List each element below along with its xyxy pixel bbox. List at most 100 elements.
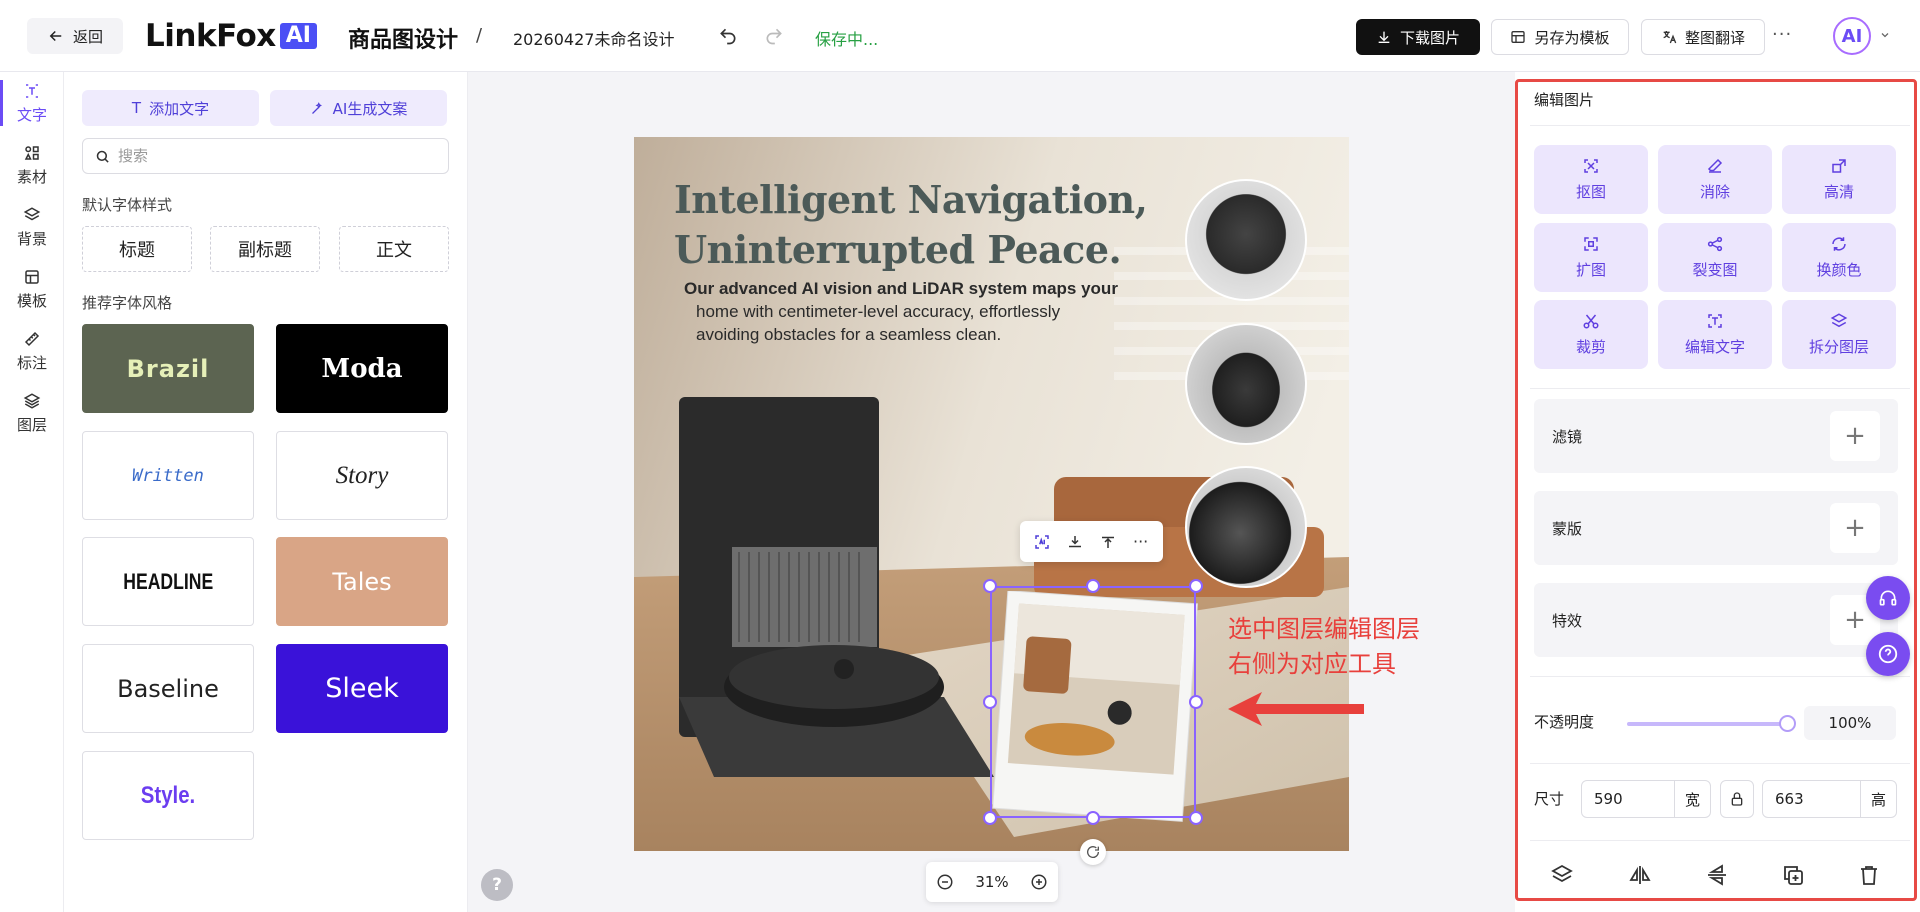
opacity-value[interactable]: 100% — [1804, 706, 1896, 740]
delete-icon[interactable] — [1855, 861, 1883, 889]
flip-vertical-icon[interactable] — [1703, 861, 1731, 889]
resize-handle[interactable] — [1189, 579, 1203, 593]
rail-item-layers[interactable]: 图层 — [0, 382, 64, 444]
add-mask-button[interactable]: + — [1830, 503, 1880, 553]
ai-generate-copy-button[interactable]: AI生成文案 — [270, 90, 447, 126]
resize-handle[interactable] — [983, 811, 997, 825]
linkfox-logo[interactable]: LinkFox AI — [145, 18, 317, 54]
product-detail-circle-1[interactable] — [1185, 179, 1307, 301]
eraser-icon — [1707, 158, 1723, 173]
style-subtitle-chip[interactable]: 副标题 — [210, 226, 320, 272]
tool-split-layers[interactable]: 拆分图层 — [1782, 300, 1896, 369]
rail-item-annotate[interactable]: 标注 — [0, 320, 64, 382]
tool-hd[interactable]: 高清 — [1782, 145, 1896, 214]
chevron-down-icon[interactable] — [1879, 29, 1891, 41]
template-icon — [1511, 31, 1526, 43]
opacity-slider-handle[interactable] — [1779, 715, 1796, 732]
customer-service-button[interactable] — [1866, 576, 1910, 620]
tool-erase[interactable]: 消除 — [1658, 145, 1772, 214]
help-button[interactable]: ? — [481, 869, 513, 901]
artboard-body-copy[interactable]: Our advanced AI vision and LiDAR system … — [684, 277, 1118, 346]
font-style-card[interactable]: HEADLINE — [82, 537, 254, 626]
resize-handle[interactable] — [1086, 811, 1100, 825]
annotation-line-2: 右侧为对应工具 — [1228, 650, 1396, 678]
design-name[interactable]: 20260427未命名设计 — [513, 26, 674, 50]
product-detail-circle-3[interactable] — [1185, 466, 1307, 588]
width-value[interactable]: 590 — [1582, 790, 1674, 808]
add-filter-button[interactable]: + — [1830, 411, 1880, 461]
height-field[interactable]: 663 高 — [1762, 780, 1897, 818]
upload-layer-icon[interactable] — [1097, 531, 1119, 553]
avatar[interactable]: AI — [1833, 17, 1871, 55]
rotate-handle[interactable] — [1080, 839, 1106, 865]
magic-wand-icon — [311, 101, 322, 114]
tool-edit-text[interactable]: 编辑文字 — [1658, 300, 1772, 369]
size-label: 尺寸 — [1534, 790, 1565, 808]
width-field[interactable]: 590 宽 — [1581, 780, 1711, 818]
faq-button[interactable] — [1866, 632, 1910, 676]
rail-label: 文字 — [16, 105, 47, 124]
opacity-label: 不透明度 — [1534, 713, 1595, 731]
tool-cutout[interactable]: 抠图 — [1534, 145, 1648, 214]
tool-label: 消除 — [1699, 183, 1730, 201]
headline-line-2: Uninterrupted Peace. — [674, 227, 1122, 272]
resize-handle[interactable] — [1086, 579, 1100, 593]
rail-item-template[interactable]: 模板 — [0, 258, 64, 320]
undo-icon[interactable] — [718, 26, 738, 46]
font-style-card[interactable]: Style. — [82, 751, 254, 840]
resize-handle[interactable] — [1189, 811, 1203, 825]
zoom-in-icon[interactable] — [1030, 873, 1048, 891]
more-options-icon[interactable]: ··· — [1130, 531, 1152, 553]
duplicate-icon[interactable] — [1779, 861, 1807, 889]
style-body-chip[interactable]: 正文 — [339, 226, 449, 272]
tool-expand[interactable]: 扩图 — [1534, 223, 1648, 292]
ai-icon[interactable] — [1031, 531, 1053, 553]
font-style-card[interactable]: Written — [82, 431, 254, 520]
resize-handle[interactable] — [1189, 695, 1203, 709]
lock-icon — [1731, 792, 1743, 806]
ruler-icon — [24, 331, 40, 346]
product-detail-circle-2[interactable] — [1185, 323, 1307, 445]
divider — [1530, 388, 1910, 389]
download-layer-icon[interactable] — [1064, 531, 1086, 553]
opacity-slider[interactable] — [1627, 722, 1789, 726]
add-text-button[interactable]: T 添加文字 — [82, 90, 259, 126]
cutout-icon — [1584, 159, 1598, 173]
tool-variations[interactable]: 裂变图 — [1658, 223, 1772, 292]
tool-crop[interactable]: 裁剪 — [1534, 300, 1648, 369]
annotation-text: 选中图层编辑图层 右侧为对应工具 — [1228, 612, 1420, 682]
rail-item-materials[interactable]: 素材 — [0, 134, 64, 196]
rail-label: 背景 — [16, 229, 47, 248]
download-button[interactable]: 下载图片 — [1356, 19, 1480, 55]
redo-icon[interactable] — [764, 26, 784, 46]
style-title-chip[interactable]: 标题 — [82, 226, 192, 272]
aspect-lock-button[interactable] — [1720, 780, 1754, 818]
more-menu-button[interactable]: ··· — [1772, 24, 1792, 45]
zoom-out-icon[interactable] — [936, 873, 954, 891]
layer-order-icon[interactable] — [1548, 861, 1576, 889]
save-as-template-button[interactable]: 另存为模板 — [1491, 19, 1629, 55]
search-input[interactable] — [118, 147, 418, 165]
font-style-name: HEADLINE — [123, 568, 213, 594]
translate-image-button[interactable]: 整图翻译 — [1641, 19, 1765, 55]
font-style-card[interactable]: Sleek — [276, 644, 448, 733]
font-style-card[interactable]: Brazil — [82, 324, 254, 413]
font-style-card[interactable]: Moda — [276, 324, 448, 413]
zoom-level[interactable]: 31% — [975, 873, 1008, 891]
breadcrumb-separator: / — [476, 25, 483, 46]
font-style-name: Sleek — [325, 673, 399, 704]
font-style-card[interactable]: Baseline — [82, 644, 254, 733]
selection-box[interactable] — [990, 586, 1196, 818]
height-value[interactable]: 663 — [1763, 790, 1860, 808]
flip-horizontal-icon[interactable] — [1626, 861, 1654, 889]
headline-line-1: Intelligent Navigation, — [674, 177, 1148, 222]
resize-handle[interactable] — [983, 695, 997, 709]
rail-item-text[interactable]: 文字 — [0, 72, 64, 134]
font-style-card[interactable]: Tales — [276, 537, 448, 626]
font-style-card[interactable]: Story — [276, 431, 448, 520]
artboard-headline[interactable]: Intelligent Navigation, Uninterrupted Pe… — [674, 175, 1148, 275]
back-button[interactable]: 返回 — [27, 18, 123, 54]
tool-recolor[interactable]: 换颜色 — [1782, 223, 1896, 292]
resize-handle[interactable] — [983, 579, 997, 593]
rail-item-background[interactable]: 背景 — [0, 196, 64, 258]
